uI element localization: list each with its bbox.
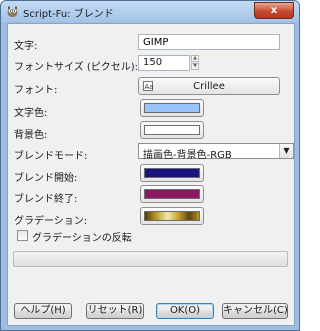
font-label: フォント:: [14, 85, 58, 96]
blend-mode-value: 描画色-背景色-RGB: [143, 150, 232, 161]
bg-color-label: 背景色:: [14, 130, 48, 141]
ok-button[interactable]: OK(O): [156, 303, 214, 319]
blend-end-label: ブレンド終了:: [14, 194, 78, 205]
blend-start-color-button[interactable]: [140, 164, 204, 182]
text-input[interactable]: [138, 34, 280, 50]
text-label: 文字:: [14, 41, 38, 52]
text-color-swatch: [144, 103, 200, 113]
font-size-input[interactable]: 150: [138, 55, 190, 71]
font-name: Crillee: [193, 81, 225, 92]
bg-color-button[interactable]: [140, 121, 204, 139]
close-button[interactable]: x: [254, 2, 294, 19]
blend-end-color-button[interactable]: [140, 185, 204, 203]
decrement-arrow-icon[interactable]: ▼: [191, 63, 199, 70]
blend-start-label: ブレンド開始:: [14, 173, 78, 184]
blend-end-swatch: [144, 189, 200, 199]
help-button[interactable]: ヘルプ(H): [14, 303, 72, 319]
gradient-reverse-checkbox[interactable]: [17, 230, 28, 241]
font-select-button[interactable]: Aa Crillee: [138, 77, 280, 95]
font-size-stepper[interactable]: ▲ ▼: [191, 55, 199, 71]
font-size-label: フォントサイズ (ピクセル):: [14, 62, 139, 73]
dropdown-arrow-icon[interactable]: ▼: [279, 144, 293, 158]
cancel-button[interactable]: キャンセル(C): [222, 303, 288, 319]
increment-arrow-icon[interactable]: ▲: [191, 55, 199, 62]
dialog-window: Script-Fu: ブレンド x 文字: フォントサイズ (ピクセル): 15…: [0, 0, 300, 331]
text-color-button[interactable]: [140, 99, 204, 117]
reset-button[interactable]: リセット(R): [86, 303, 144, 319]
gimp-app-icon: [7, 6, 18, 17]
blend-mode-select[interactable]: 描画色-背景色-RGB ▼: [138, 143, 294, 161]
blend-mode-label: ブレンドモード:: [14, 151, 88, 162]
window-title: Script-Fu: ブレンド: [23, 9, 114, 20]
blend-start-swatch: [144, 168, 200, 178]
dialog-content: 文字: フォントサイズ (ピクセル): 150 ▲ ▼ フォント: Aa Cri…: [7, 23, 295, 326]
gradient-reverse-label[interactable]: グラデーションの反転: [32, 229, 132, 244]
gradient-preview: [144, 211, 200, 221]
gradient-label: グラデーション:: [14, 216, 88, 227]
gradient-select-button[interactable]: [140, 207, 204, 225]
progress-bar: [13, 251, 288, 267]
text-color-label: 文字色:: [14, 108, 48, 119]
title-bar[interactable]: Script-Fu: ブレンド x: [1, 1, 299, 22]
bg-color-swatch: [144, 125, 200, 135]
